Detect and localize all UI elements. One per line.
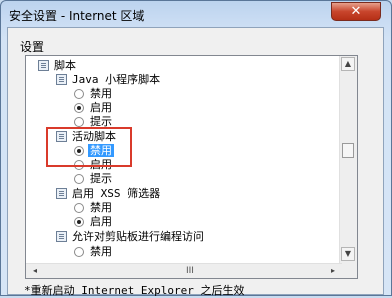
close-icon: ✕	[350, 4, 362, 19]
tree-category-label: 脚本	[54, 59, 76, 72]
scroll-grip-icon: III	[186, 266, 194, 276]
settings-group-label: 设置	[20, 40, 45, 54]
radio-button[interactable]	[74, 203, 84, 213]
tree-category-label: 启用 XSS 筛选器	[72, 187, 161, 200]
settings-doc-icon	[38, 60, 49, 71]
window-title: 安全设置 - Internet 区域	[9, 9, 145, 23]
settings-doc-icon	[56, 188, 67, 199]
scroll-up-button[interactable]: ▲	[341, 57, 355, 71]
settings-list[interactable]: 脚本 Java 小程序脚本 禁用 启用 提示 活动脚本 禁用 启用 提示 启用 …	[25, 55, 358, 279]
arrow-up-icon: ▲	[344, 59, 352, 68]
scroll-down-button[interactable]: ▼	[341, 247, 355, 261]
scroll-right-button[interactable]: ▸	[326, 264, 340, 278]
radio-clipboard-disable[interactable]: 禁用	[74, 245, 112, 259]
radio-label: 禁用	[90, 245, 112, 258]
tree-category-label: Java 小程序脚本	[72, 73, 161, 86]
horizontal-scrollbar[interactable]: ◂ III ▸	[26, 263, 342, 278]
radio-active-prompt[interactable]: 提示	[74, 172, 112, 186]
tree-category-xss-filter[interactable]: 启用 XSS 筛选器	[56, 187, 160, 201]
scroll-thumb[interactable]	[342, 143, 354, 158]
vertical-scrollbar[interactable]: ▲ ▼	[339, 56, 357, 278]
settings-doc-icon	[56, 74, 67, 85]
radio-java-disable[interactable]: 禁用	[74, 87, 112, 101]
radio-button[interactable]	[74, 174, 84, 184]
radio-button[interactable]	[74, 89, 84, 99]
scroll-left-button[interactable]: ◂	[28, 264, 42, 278]
tree-category-label: 允许对剪贴板进行编程访问	[72, 230, 204, 243]
arrow-left-icon: ◂	[32, 266, 37, 275]
red-annotation-box	[46, 127, 132, 167]
settings-doc-icon	[56, 231, 67, 242]
close-button[interactable]: ✕	[331, 2, 381, 21]
radio-button[interactable]	[74, 247, 84, 257]
radio-label: 禁用	[90, 201, 112, 214]
tree-category-scripting[interactable]: 脚本	[38, 59, 76, 73]
radio-xss-enable[interactable]: 启用	[74, 215, 112, 229]
radio-label: 启用	[90, 215, 112, 228]
arrow-down-icon: ▼	[344, 249, 352, 258]
radio-label: 启用	[90, 101, 112, 114]
settings-tree: 脚本 Java 小程序脚本 禁用 启用 提示 活动脚本 禁用 启用 提示 启用 …	[26, 56, 336, 266]
arrow-right-icon: ▸	[330, 266, 335, 275]
tree-category-java-applet-scripting[interactable]: Java 小程序脚本	[56, 73, 160, 87]
radio-button[interactable]	[74, 117, 84, 127]
tree-category-clipboard-access[interactable]: 允许对剪贴板进行编程访问	[56, 230, 204, 244]
radio-button-checked[interactable]	[74, 217, 84, 227]
radio-label: 禁用	[90, 87, 112, 100]
radio-label: 提示	[90, 172, 112, 185]
radio-xss-disable[interactable]: 禁用	[74, 201, 112, 215]
radio-java-enable[interactable]: 启用	[74, 101, 112, 115]
radio-button-checked[interactable]	[74, 103, 84, 113]
